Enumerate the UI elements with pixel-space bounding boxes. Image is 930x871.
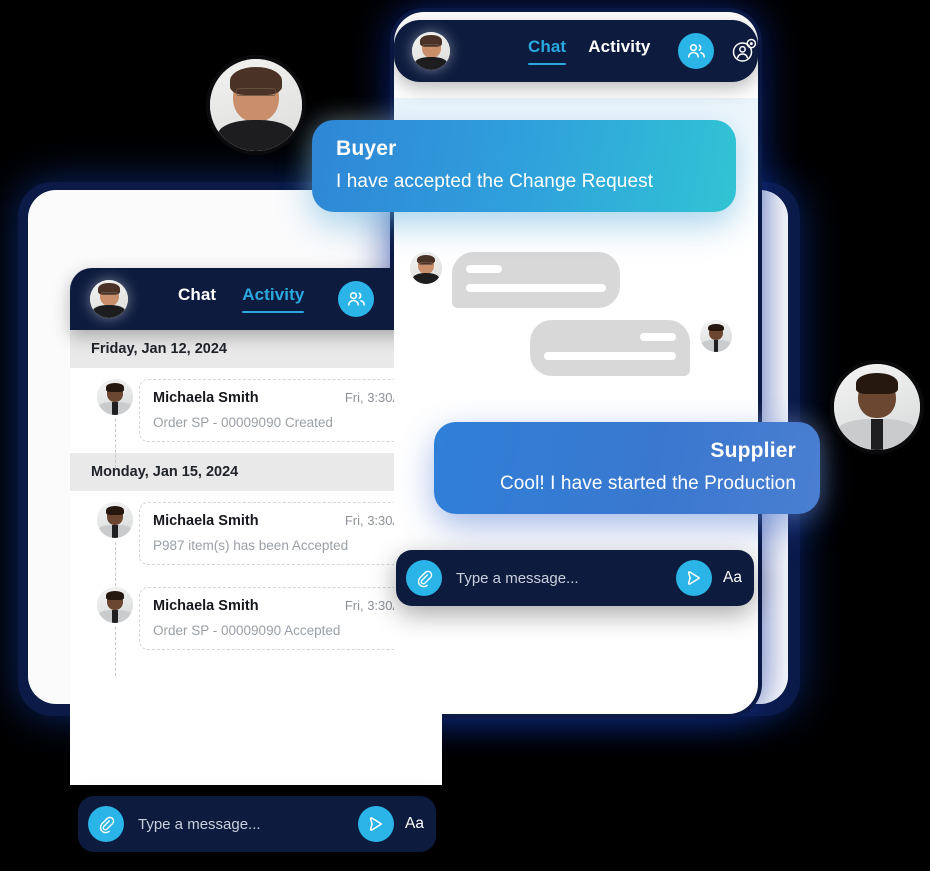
list-item[interactable]: Michaela Smith Fri, 3:30AM P987 item(s) … [70,491,442,591]
activity-description: Order SP - 00009090 Accepted [153,623,341,638]
text-format-button[interactable]: Aa [405,815,424,833]
avatar [700,320,732,352]
send-icon[interactable] [358,806,395,842]
activity-date-header: Monday, Jan 15, 2024 [70,453,442,491]
activity-avatar-column [91,502,139,591]
skeleton-bar [466,265,502,273]
avatar [97,587,133,623]
list-item[interactable]: Michaela Smith Fri, 3:30AM Order SP - 00… [70,576,442,676]
activity-card[interactable]: Michaela Smith Fri, 3:30AM Order SP - 00… [139,379,426,442]
tab-chat[interactable]: Chat [528,37,567,65]
text-format-button[interactable]: Aa [723,569,742,587]
skeleton-message-outgoing [530,320,732,376]
message-bubble-buyer: Buyer I have accepted the Change Request [312,120,736,212]
back-phone-tabs: Chat Activity [178,285,305,313]
tab-activity[interactable]: Activity [242,285,305,313]
activity-date-header: Friday, Jan 12, 2024 [70,330,442,368]
front-phone-header-icons [678,33,762,69]
avatar[interactable] [90,280,128,318]
message-sender: Buyer [336,137,397,160]
activity-user-name: Michaela Smith [153,513,259,529]
front-phone-message-input-bar[interactable]: Type a message... Aa [396,550,754,606]
timeline-connector [115,627,116,676]
add-person-icon[interactable] [726,33,762,69]
tab-activity[interactable]: Activity [588,37,650,65]
timeline-connector [115,419,116,468]
skeleton-bar [544,352,676,360]
skeleton-bubble [530,320,690,376]
message-text: Cool! I have started the Production [499,473,796,494]
message-input-placeholder[interactable]: Type a message... [138,816,358,833]
message-text: I have accepted the Change Request [336,171,654,192]
skeleton-bubble [452,252,620,308]
activity-card[interactable]: Michaela Smith Fri, 3:30AM Order SP - 00… [139,587,426,650]
activity-user-name: Michaela Smith [153,390,259,406]
message-sender: Supplier [710,439,796,462]
attachment-icon[interactable] [88,806,124,842]
back-phone-header-icons [338,281,375,317]
message-input-placeholder[interactable]: Type a message... [456,570,676,587]
activity-avatar-column [91,379,139,468]
activity-card[interactable]: Michaela Smith Fri, 3:30AM P987 item(s) … [139,502,426,565]
group-icon[interactable] [678,33,715,69]
activity-description: P987 item(s) has been Accepted [153,538,349,553]
send-icon[interactable] [676,560,713,596]
skeleton-bar [466,284,606,292]
message-bubble-supplier: Supplier Cool! I have started the Produc… [434,422,820,514]
avatar [410,252,442,284]
skeleton-message-incoming [410,252,620,308]
front-phone-tabs: Chat Activity [528,37,650,65]
activity-description: Order SP - 00009090 Created [153,415,333,430]
skeleton-bar [640,333,676,341]
composition-stage: Chat Activity Friday, Jan 12, 2024 Micha… [0,0,930,871]
group-icon[interactable] [338,281,375,317]
tab-chat[interactable]: Chat [178,285,216,313]
activity-user-name: Michaela Smith [153,598,259,614]
back-phone-message-input-bar[interactable]: Type a message... Aa [78,796,436,852]
activity-list[interactable]: Friday, Jan 12, 2024 Michaela Smith Fri,… [70,330,442,785]
front-phone-header: Chat Activity [394,20,758,82]
floating-avatar-man [206,55,306,155]
avatar [97,502,133,538]
attachment-icon[interactable] [406,560,442,596]
list-item[interactable]: Michaela Smith Fri, 3:30AM Order SP - 00… [70,368,442,468]
floating-avatar-woman [830,360,924,454]
avatar[interactable] [412,32,450,70]
avatar [97,379,133,415]
activity-avatar-column [91,587,139,676]
